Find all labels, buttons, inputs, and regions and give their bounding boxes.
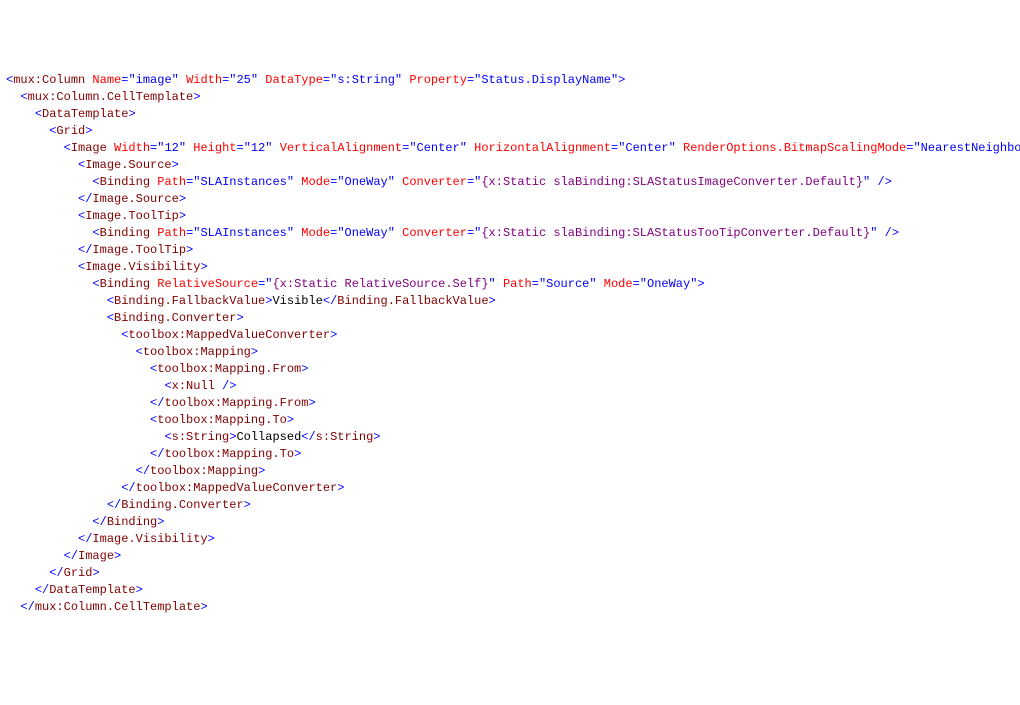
code-line-11: <Image.Visibility> [6,259,1014,276]
code-line-4: <Image Width="12" Height="12" VerticalAl… [6,140,1014,157]
code-line-9: <Binding Path="SLAInstances" Mode="OneWa… [6,225,1014,242]
code-line-19: </toolbox:Mapping.From> [6,395,1014,412]
code-line-12: <Binding RelativeSource="{x:Static Relat… [6,276,1014,293]
code-line-16: <toolbox:Mapping> [6,344,1014,361]
code-line-3: <Grid> [6,123,1014,140]
code-line-17: <toolbox:Mapping.From> [6,361,1014,378]
code-line-14: <Binding.Converter> [6,310,1014,327]
code-line-29: </Grid> [6,565,1014,582]
code-line-13: <Binding.FallbackValue>Visible</Binding.… [6,293,1014,310]
code-line-8: <Image.ToolTip> [6,208,1014,225]
code-line-24: </toolbox:MappedValueConverter> [6,480,1014,497]
code-line-5: <Image.Source> [6,157,1014,174]
code-line-7: </Image.Source> [6,191,1014,208]
code-line-22: </toolbox:Mapping.To> [6,446,1014,463]
code-line-31: </mux:Column.CellTemplate> [6,599,1014,616]
code-line-0: <mux:Column Name="image" Width="25" Data… [6,72,1014,89]
code-line-21: <s:String>Collapsed</s:String> [6,429,1014,446]
code-line-2: <DataTemplate> [6,106,1014,123]
code-line-6: <Binding Path="SLAInstances" Mode="OneWa… [6,174,1014,191]
code-line-28: </Image> [6,548,1014,565]
code-line-10: </Image.ToolTip> [6,242,1014,259]
code-line-30: </DataTemplate> [6,582,1014,599]
code-line-25: </Binding.Converter> [6,497,1014,514]
code-line-20: <toolbox:Mapping.To> [6,412,1014,429]
code-line-15: <toolbox:MappedValueConverter> [6,327,1014,344]
xaml-code-block: <mux:Column Name="image" Width="25" Data… [6,72,1014,616]
code-line-18: <x:Null /> [6,378,1014,395]
code-line-23: </toolbox:Mapping> [6,463,1014,480]
code-line-27: </Image.Visibility> [6,531,1014,548]
code-line-26: </Binding> [6,514,1014,531]
code-line-1: <mux:Column.CellTemplate> [6,89,1014,106]
